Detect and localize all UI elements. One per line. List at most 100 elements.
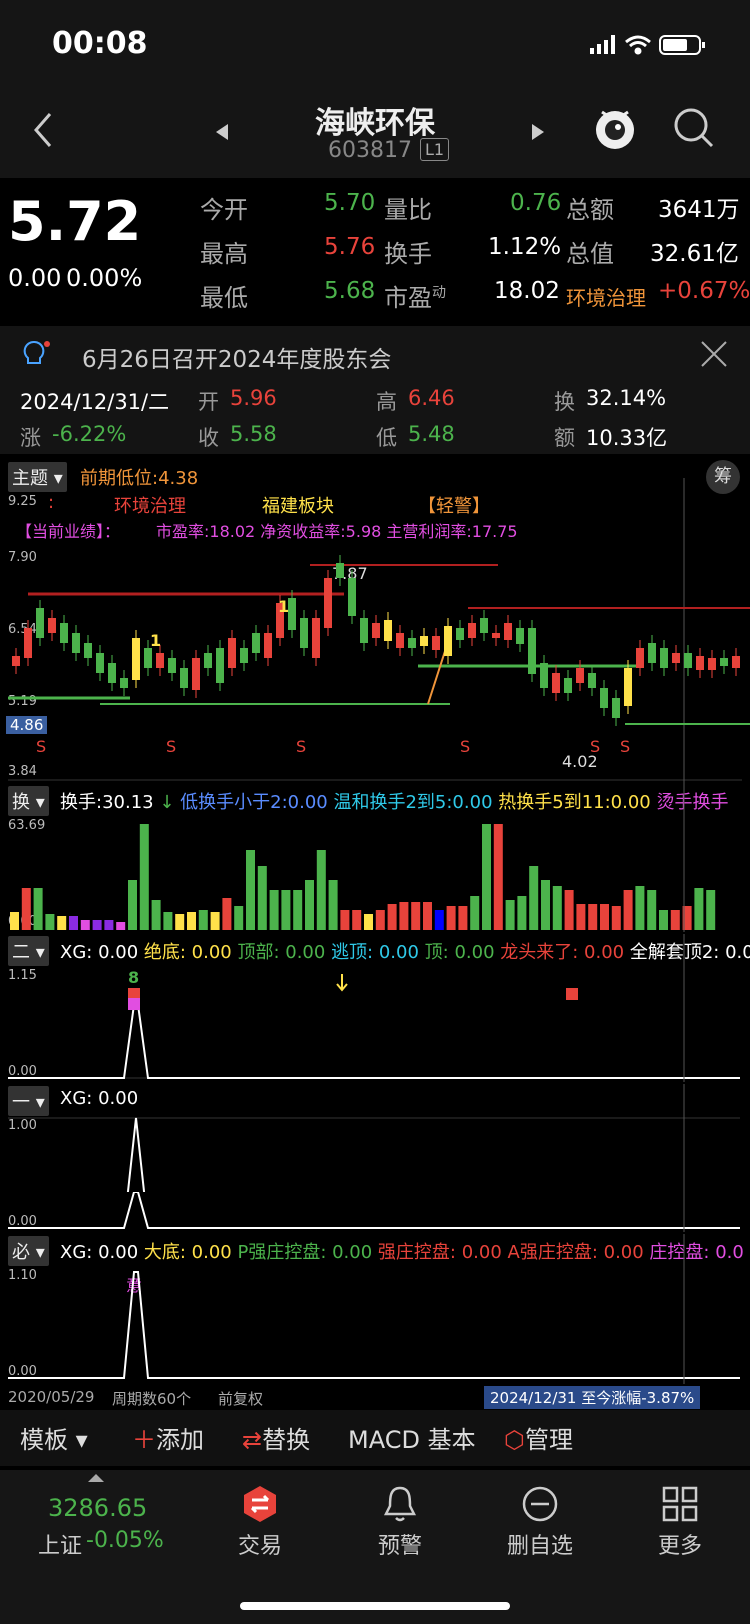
stock-header: 海峡环保 603817 L1 — [0, 90, 750, 178]
turnover-bar — [600, 904, 609, 930]
manage-button[interactable]: ⬡管理 — [504, 1420, 573, 1455]
chart-start-date: 2020/05/29 — [8, 1388, 95, 1406]
turnover-bar — [706, 890, 716, 930]
candle-body — [156, 653, 164, 668]
turnover-bar — [375, 910, 385, 930]
candle-body — [492, 633, 500, 638]
turnover-bar — [623, 890, 633, 930]
index-name: 上证 — [38, 1534, 83, 1559]
candle-body — [384, 620, 392, 641]
tab-alert[interactable]: 预警 — [345, 1528, 455, 1560]
candle-body — [564, 678, 572, 693]
turnover-bar — [482, 824, 491, 930]
stock-code: 603817 — [328, 138, 412, 163]
candle-body — [360, 618, 368, 643]
turnover-value: 1.12% — [488, 234, 562, 260]
turnover-bar — [69, 916, 78, 930]
price-change: 0.00 — [8, 264, 62, 292]
candle-body — [552, 673, 560, 693]
low-value: 5.68 — [324, 278, 376, 304]
candle-body — [636, 648, 644, 668]
last-price: 5.72 — [8, 190, 142, 253]
candle-body — [132, 638, 140, 680]
replace-button[interactable]: ⇄替换 — [242, 1420, 310, 1455]
market-cap-label: 总值 — [566, 240, 614, 268]
main-kline-panel[interactable]: 主题 ▾ 前期低位:4.38 筹 9.25 : 环境治理 福建板块 【轻警】 【… — [0, 458, 750, 784]
candle-body — [468, 623, 476, 638]
turnover-bar — [399, 902, 409, 930]
candle-body — [696, 656, 704, 670]
candle-body — [180, 668, 188, 688]
settings-icon: ⬡ — [504, 1426, 525, 1454]
turnover-bar — [552, 886, 562, 930]
tab-trade[interactable]: 交易 — [205, 1528, 315, 1560]
turnover-bar — [92, 920, 102, 930]
add-button[interactable]: ＋添加 — [132, 1420, 204, 1455]
signal-one-mark: 1 — [150, 631, 161, 650]
indicator-panel-3[interactable]: 一 ▾ XG: 0.00 1.00 — [0, 1084, 750, 1192]
expand-up-icon[interactable] — [88, 1472, 104, 1482]
turnover-bar — [576, 904, 586, 930]
close-icon[interactable] — [700, 340, 728, 368]
candle-body — [84, 643, 92, 658]
turnover-bar — [234, 906, 244, 930]
turnover-panel[interactable]: 换 ▾ 换手:30.13 ↓ 低换手小于2:0.00 温和换手2到5:0.00 … — [0, 784, 750, 932]
robot-assistant-icon[interactable] — [592, 102, 638, 152]
s-sell-mark: S — [460, 737, 470, 756]
panel3-svg — [8, 1084, 740, 1192]
turnover-bar — [517, 896, 527, 930]
index-change: -0.05% — [86, 1528, 164, 1553]
candle-body — [708, 658, 716, 670]
search-icon[interactable] — [672, 106, 716, 150]
remove-watchlist-icon — [522, 1486, 558, 1522]
day-turnover-label: 换 — [554, 390, 575, 414]
candle-body — [48, 618, 56, 633]
manage-label: 管理 — [524, 1426, 573, 1454]
turnover-bar — [352, 910, 362, 930]
day-info-bar: 2024/12/31/二 开 5.96 高 6.46 换 32.14% 涨 -6… — [0, 382, 750, 454]
sector-name[interactable]: 环境治理 — [566, 282, 646, 311]
open-value: 5.70 — [324, 190, 376, 216]
panel2-line — [8, 989, 740, 1079]
day-open: 5.96 — [230, 386, 277, 410]
candle-body — [336, 563, 344, 578]
index-value[interactable]: 3286.65 — [48, 1494, 147, 1522]
indicator-panel-2[interactable]: 二 ▾ XG: 0.00 绝底: 0.00 顶部: 0.00 逃顶: 0.00 … — [0, 934, 750, 1082]
sector-change[interactable]: +0.67% — [658, 278, 750, 304]
signal-icon — [590, 35, 615, 54]
turnover-bar — [269, 890, 279, 930]
turnover-bar — [33, 888, 43, 930]
market-cap-value: 32.61亿 — [650, 241, 739, 267]
chart-adjust: 前复权 — [218, 1390, 264, 1408]
next-stock-icon[interactable] — [530, 122, 546, 142]
turnover-bar — [411, 902, 421, 930]
turnover-bar — [493, 824, 503, 930]
turnover-bar — [104, 920, 114, 930]
indicator-panel-4[interactable]: 必 ▾ XG: 0.00 大底: 0.00 P强庄控盘: 0.00 强庄控盘: … — [0, 1234, 750, 1384]
turnover-bar — [694, 888, 704, 930]
turnover-svg — [10, 784, 716, 932]
notice-bar[interactable]: 6月26日召开2024年度股东会 — [0, 326, 750, 382]
price-change-pct: 0.00% — [66, 264, 143, 292]
macd-button[interactable]: MACD 基本 — [348, 1420, 476, 1455]
turnover-bar — [647, 890, 657, 930]
candle-body — [252, 633, 260, 653]
day-turnover: 32.14% — [586, 386, 667, 410]
kline-support-lines — [8, 564, 750, 725]
quote-panel: 5.72 0.00 0.00% 今开 5.70 量比 0.76 总额 3641万… — [0, 178, 750, 318]
turnover-bar — [434, 910, 444, 930]
turnover-bar — [564, 890, 574, 930]
candle-body — [120, 678, 128, 688]
turnover-bar — [151, 900, 161, 930]
day-low-label: 低 — [376, 426, 397, 450]
candle-body — [480, 618, 488, 633]
candle-body — [432, 636, 440, 650]
tab-remove-watchlist[interactable]: 删自选 — [485, 1528, 595, 1560]
tab-more[interactable]: 更多 — [625, 1528, 735, 1560]
indicator-toolbar: 模板 ▾ ＋添加 ⇄替换 MACD 基本 ⬡管理 — [0, 1410, 750, 1466]
signal-one-mark: 1 — [278, 597, 289, 616]
turnover-bar — [588, 904, 598, 930]
candle-body — [648, 643, 656, 663]
template-button[interactable]: 模板 ▾ — [20, 1420, 88, 1455]
trend-line — [427, 647, 447, 705]
